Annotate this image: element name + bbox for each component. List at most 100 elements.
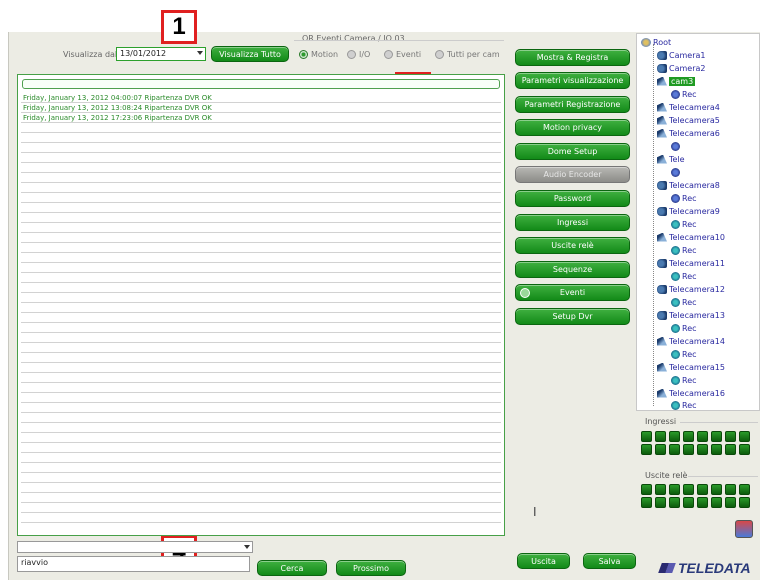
network-icon[interactable] [735, 520, 753, 538]
exit-button[interactable]: Uscita [517, 553, 570, 569]
logo-mark-icon [658, 563, 676, 573]
relay-led-icon[interactable] [669, 484, 680, 495]
input-led-icon[interactable] [725, 431, 736, 442]
next-button[interactable]: Prossimo [336, 560, 406, 576]
tree-item-rec[interactable]: Rec [671, 218, 697, 230]
tree-item-telecamera14[interactable]: Telecamera14 [657, 335, 725, 347]
tree-item-rec[interactable]: Rec [671, 244, 697, 256]
event-log-list[interactable]: Friday, January 13, 2012 04:00:07 Ripart… [21, 93, 501, 532]
tree-label: Rec [682, 375, 697, 385]
input-led-icon[interactable] [739, 431, 750, 442]
parametri-registrazione-button[interactable]: Parametri Registrazione [515, 96, 630, 113]
search-input[interactable]: riavvio [17, 556, 250, 572]
tree-item-telecamera12[interactable]: Telecamera12 [657, 283, 725, 295]
tree-item-rec[interactable]: Rec [671, 88, 697, 100]
radio-tutti-per-cam[interactable]: Tutti per cam [435, 50, 500, 59]
input-led-icon[interactable] [641, 444, 652, 455]
input-led-icon[interactable] [655, 444, 666, 455]
relay-led-icon[interactable] [725, 497, 736, 508]
input-led-icon[interactable] [683, 431, 694, 442]
tree-item-rec[interactable] [671, 140, 680, 152]
tree-item-rec[interactable]: Rec [671, 296, 697, 308]
relay-led-icon[interactable] [697, 497, 708, 508]
input-led-icon[interactable] [739, 444, 750, 455]
tree-item-telecamera8[interactable]: Telecamera8 [657, 179, 720, 191]
sequenze-button[interactable]: Sequenze [515, 261, 630, 278]
input-led-icon[interactable] [725, 444, 736, 455]
relay-led-icon[interactable] [739, 484, 750, 495]
tree-item-telecamera9[interactable]: Telecamera9 [657, 205, 720, 217]
tree-item-rec[interactable]: Rec [671, 348, 697, 360]
radio-io[interactable]: I/O [347, 50, 370, 59]
record-icon [671, 167, 680, 177]
list-item[interactable]: Friday, January 13, 2012 13:08:24 Ripart… [21, 103, 501, 113]
audio-encoder-button[interactable]: Audio Encoder [515, 166, 630, 183]
input-led-icon[interactable] [711, 444, 722, 455]
tree-item-telecamera5[interactable]: Telecamera5 [657, 114, 720, 126]
input-led-icon[interactable] [683, 444, 694, 455]
tree-item-telecamera10[interactable]: Telecamera10 [657, 231, 725, 243]
tree-item-camera2[interactable]: Camera2 [657, 62, 705, 74]
tree-item-rec[interactable]: Rec [671, 192, 697, 204]
show-all-button[interactable]: Visualizza Tutto [211, 46, 289, 62]
tree-item-rec[interactable]: Rec [671, 374, 697, 386]
relay-led-icon[interactable] [641, 497, 652, 508]
uscite-rele-button[interactable]: Uscite relè [515, 237, 630, 254]
tree-item-telecamera6[interactable]: Telecamera6 [657, 127, 720, 139]
eventi-button[interactable]: Eventi [515, 284, 630, 301]
filter-dropdown[interactable] [17, 541, 253, 553]
list-item[interactable]: Friday, January 13, 2012 17:23:06 Ripart… [21, 113, 501, 123]
relays-section-label: Uscite relè [645, 471, 688, 480]
input-led-icon[interactable] [669, 431, 680, 442]
list-item[interactable]: Friday, January 13, 2012 04:00:07 Ripart… [21, 93, 501, 103]
camera-icon [657, 180, 667, 190]
relay-led-icon[interactable] [641, 484, 652, 495]
text-cursor-icon: I [533, 505, 537, 519]
save-button[interactable]: Salva [583, 553, 636, 569]
relay-led-icon[interactable] [739, 497, 750, 508]
input-led-icon[interactable] [697, 431, 708, 442]
input-led-icon[interactable] [655, 431, 666, 442]
tree-item-rec[interactable]: Rec [671, 399, 697, 410]
relay-led-icon[interactable] [669, 497, 680, 508]
relay-led-icon[interactable] [683, 497, 694, 508]
event-log-panel: Friday, January 13, 2012 04:00:07 Ripart… [17, 74, 505, 536]
tree-item-telecamera13[interactable]: Telecamera13 [657, 309, 725, 321]
relay-led-icon[interactable] [683, 484, 694, 495]
tree-item-cam3[interactable]: cam3 [657, 75, 696, 87]
tree-root[interactable]: Root [641, 36, 671, 48]
relay-led-icon[interactable] [711, 497, 722, 508]
relay-led-icon[interactable] [697, 484, 708, 495]
password-button[interactable]: Password [515, 190, 630, 207]
date-picker[interactable]: 13/01/2012 [116, 47, 206, 61]
camera-tree[interactable]: Root Camera1 Camera2 cam3 Rec Telecamera… [636, 33, 760, 411]
radio-eventi[interactable]: Eventi [384, 50, 421, 59]
input-led-icon[interactable] [669, 444, 680, 455]
input-led-icon[interactable] [697, 444, 708, 455]
tree-item-rec[interactable] [671, 166, 680, 178]
tree-item-rec[interactable]: Rec [671, 270, 697, 282]
input-led-icon[interactable] [711, 431, 722, 442]
tree-label: Telecamera16 [669, 388, 725, 398]
tree-item-telecamera16[interactable]: Telecamera16 [657, 387, 725, 399]
tree-item-camera1[interactable]: Camera1 [657, 49, 705, 61]
tree-item-telecamera11[interactable]: Telecamera11 [657, 257, 725, 269]
relay-led-icon[interactable] [655, 497, 666, 508]
parametri-visualizzazione-button[interactable]: Parametri visualizzazione [515, 72, 630, 89]
tree-item-rec[interactable]: Rec [671, 322, 697, 334]
setup-dvr-button[interactable]: Setup Dvr [515, 308, 630, 325]
ingressi-button[interactable]: Ingressi [515, 214, 630, 231]
tree-item-telecamera4[interactable]: Telecamera4 [657, 101, 720, 113]
motion-privacy-button[interactable]: Motion privacy [515, 119, 630, 136]
radio-motion[interactable]: Motion [299, 50, 338, 59]
relay-led-icon[interactable] [711, 484, 722, 495]
camera-icon [657, 232, 667, 242]
tree-item-telecamera15[interactable]: Telecamera15 [657, 361, 725, 373]
dome-setup-button[interactable]: Dome Setup [515, 143, 630, 160]
find-button[interactable]: Cerca [257, 560, 327, 576]
tree-item-telecamera7[interactable]: Tele [657, 153, 685, 165]
input-led-icon[interactable] [641, 431, 652, 442]
relay-led-icon[interactable] [725, 484, 736, 495]
relay-led-icon[interactable] [655, 484, 666, 495]
mostra-registra-button[interactable]: Mostra & Registra [515, 49, 630, 66]
